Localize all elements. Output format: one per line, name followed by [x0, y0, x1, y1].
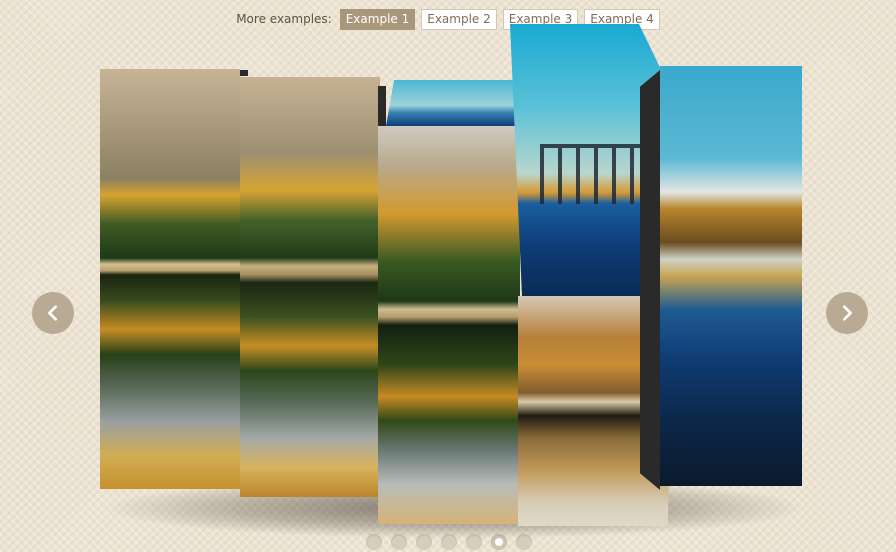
slide-slice-2 — [240, 77, 380, 497]
slide-dot-2[interactable] — [391, 534, 407, 550]
image-slider — [0, 0, 896, 552]
slide-dot-1[interactable] — [366, 534, 382, 550]
slice-edge — [640, 70, 660, 490]
slice-edge — [378, 86, 386, 126]
prev-slide-button[interactable] — [32, 292, 74, 334]
next-slide-button[interactable] — [826, 292, 868, 334]
slide-dot-5[interactable] — [466, 534, 482, 550]
slide-dot-3[interactable] — [416, 534, 432, 550]
slide-slice-5 — [660, 66, 802, 486]
chevron-right-icon — [842, 305, 852, 321]
chevron-left-icon — [48, 305, 58, 321]
slide-pagination — [366, 534, 532, 550]
slide-slice-1 — [100, 69, 240, 489]
slide-dot-7[interactable] — [516, 534, 532, 550]
slide-slice-3-top — [386, 80, 520, 126]
slide-slice-4-upper — [510, 24, 660, 296]
slide-slice-3 — [378, 126, 520, 524]
slide-dot-4[interactable] — [441, 534, 457, 550]
slide-dot-6[interactable] — [491, 534, 507, 550]
